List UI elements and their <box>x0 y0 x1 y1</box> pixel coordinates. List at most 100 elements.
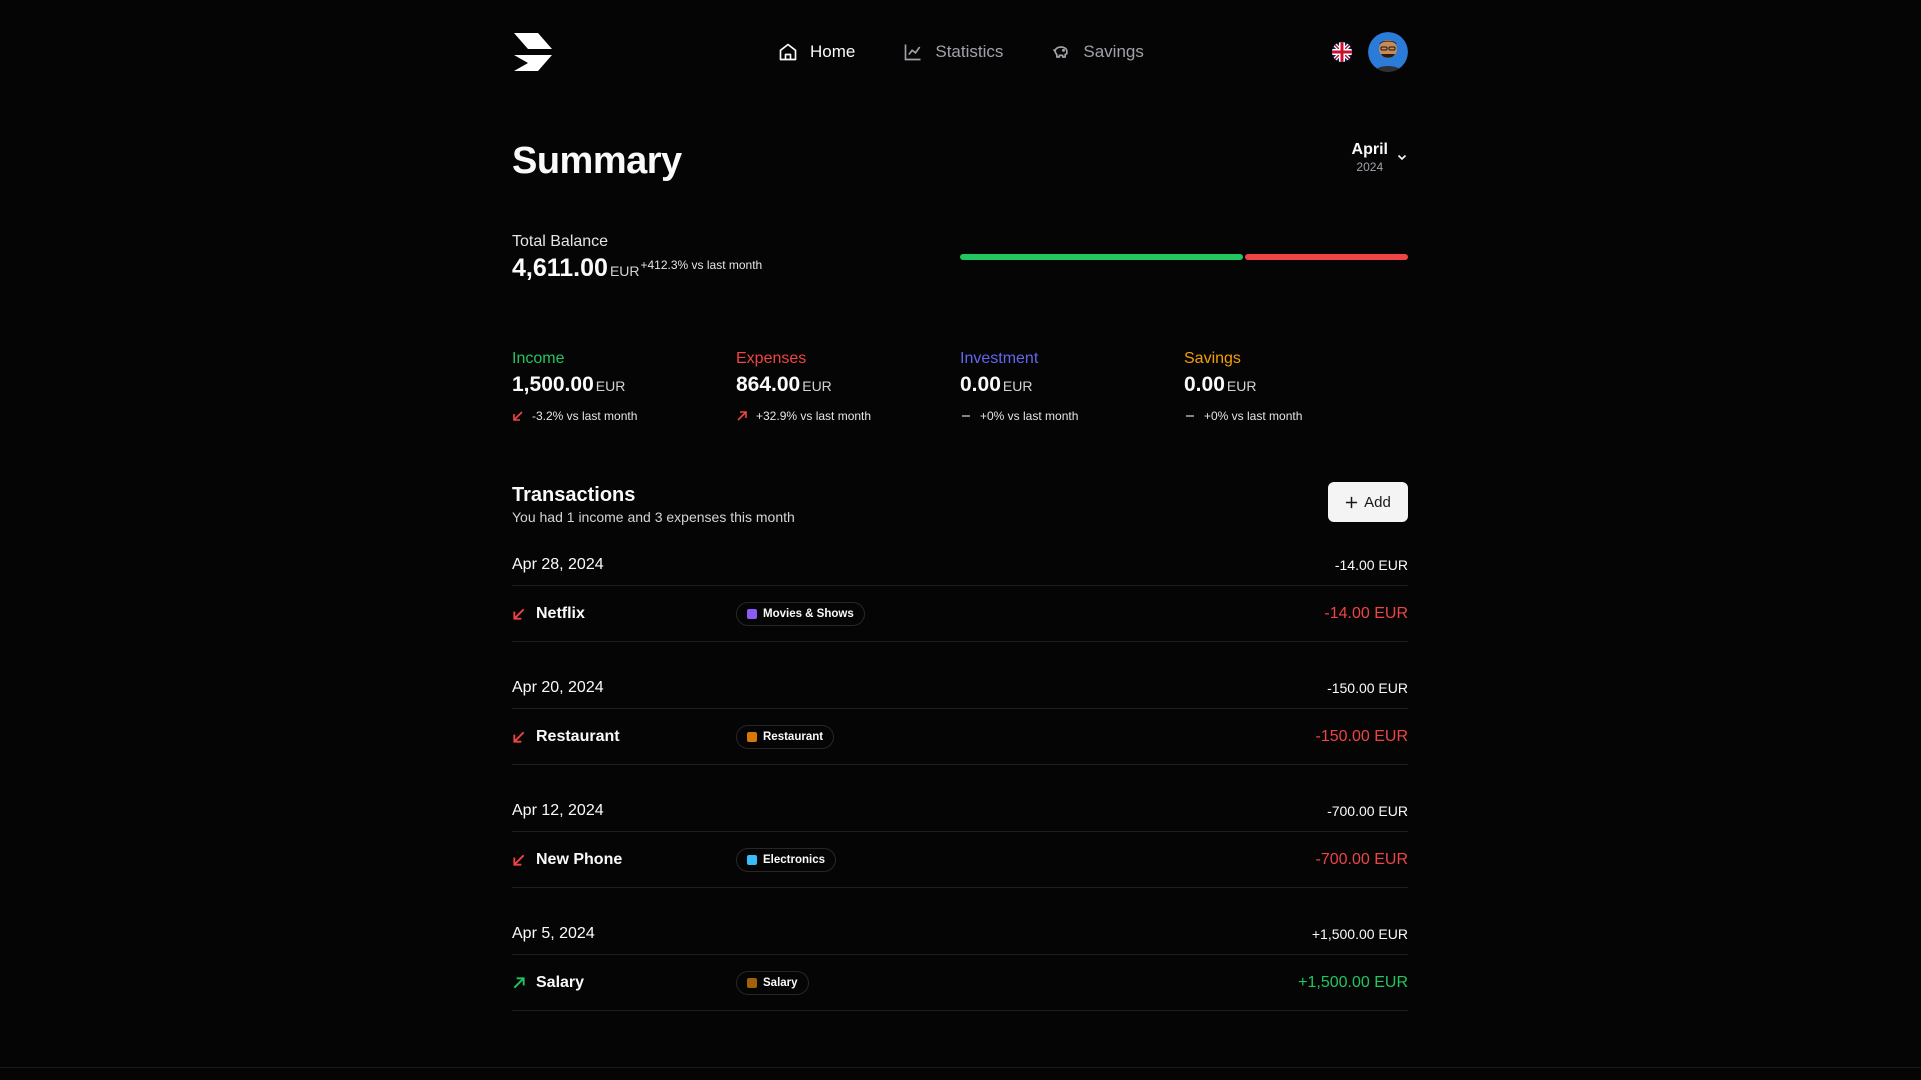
stat-delta-text: +0% vs last month <box>980 409 1079 423</box>
stat-delta: +32.9% vs last month <box>736 409 960 423</box>
category-chip[interactable]: Electronics <box>736 847 836 872</box>
plus-icon <box>1346 496 1358 508</box>
arrow-down-left-icon <box>513 854 525 866</box>
transaction-date: Apr 28, 2024 <box>512 556 604 573</box>
nav-home-label: Home <box>810 42 856 61</box>
month-picker[interactable]: April 2024 <box>1352 140 1408 174</box>
arrow-down-left-icon <box>513 608 525 620</box>
transaction-day-total: -150.00 EUR <box>1327 680 1408 696</box>
footer-divider <box>0 1067 1921 1068</box>
add-button-label: Add <box>1364 493 1391 511</box>
stat-label: Income <box>512 350 565 367</box>
transaction-name: Netflix <box>536 604 585 622</box>
total-balance-currency: EUR <box>609 263 640 279</box>
nav-statistics[interactable]: Statistics <box>903 42 1003 62</box>
stat-value-row: 0.00 EUR <box>1184 373 1408 397</box>
stat-currency: EUR <box>802 378 832 394</box>
stat-label: Savings <box>1184 350 1241 367</box>
transaction-date-row: Apr 28, 2024 -14.00 EUR <box>512 545 1408 586</box>
logo-icon[interactable] <box>512 31 554 73</box>
transaction-day-total: -14.00 EUR <box>1334 557 1408 573</box>
total-balance-value-row: 4,611.00 EUR +412.3% vs last month <box>512 254 762 283</box>
total-balance-delta: +412.3% vs last month <box>640 258 763 272</box>
transaction-date-row: Apr 5, 2024 +1,500.00 EUR <box>512 914 1408 955</box>
transaction-day-total: -700.00 EUR <box>1327 803 1408 819</box>
page-title: Summary <box>512 140 682 182</box>
stat-value: 0.00 <box>1184 373 1225 396</box>
stat-currency: EUR <box>595 378 626 394</box>
nav-savings[interactable]: Savings <box>1051 42 1144 62</box>
stat-value-row: 1,500.00 EUR <box>512 373 736 397</box>
arrow-down-left-icon <box>513 411 523 421</box>
category-label: Restaurant <box>763 730 824 743</box>
transaction-day-total: +1,500.00 EUR <box>1311 926 1408 942</box>
total-balance-value: 4,611.00 <box>512 254 608 282</box>
category-label: Salary <box>763 976 798 989</box>
transaction-direction <box>512 607 536 621</box>
stat-card-savings: Savings 0.00 EUR +0% vs last month <box>1184 349 1408 423</box>
transaction-date: Apr 5, 2024 <box>512 925 595 942</box>
minus-icon <box>962 415 970 417</box>
transactions-list: Apr 28, 2024 -14.00 EUR Netflix Movies &… <box>512 545 1408 1011</box>
stat-delta: +0% vs last month <box>960 409 1184 423</box>
arrow-down-left-icon <box>513 731 525 743</box>
home-icon <box>779 43 797 61</box>
transaction-row[interactable]: New Phone Electronics -700.00 EUR <box>512 832 1408 888</box>
stats-row: Income 1,500.00 EUR -3.2% vs last month … <box>512 349 1408 423</box>
stat-label: Investment <box>960 350 1039 367</box>
transaction-direction <box>512 730 536 744</box>
balance-bar <box>960 254 1408 260</box>
transaction-group: Apr 20, 2024 -150.00 EUR Restaurant Rest… <box>512 668 1408 765</box>
transaction-row[interactable]: Restaurant Restaurant -150.00 EUR <box>512 709 1408 765</box>
stat-delta: +0% vs last month <box>1184 409 1408 423</box>
total-balance-section: Total Balance 4,611.00 EUR +412.3% vs la… <box>512 232 1408 283</box>
nav-savings-label: Savings <box>1083 42 1144 61</box>
top-header: Home Statistics Savings <box>512 0 1408 104</box>
transaction-date-row: Apr 20, 2024 -150.00 EUR <box>512 668 1408 709</box>
transaction-group: Apr 12, 2024 -700.00 EUR New Phone Elect… <box>512 791 1408 888</box>
balance-bar-expenses <box>1245 254 1408 260</box>
transactions-subtitle: You had 1 income and 3 expenses this mon… <box>512 509 795 525</box>
total-balance-label: Total Balance <box>512 233 609 250</box>
transaction-name: Restaurant <box>536 727 620 745</box>
selected-month: April <box>1351 141 1388 158</box>
transaction-date-row: Apr 12, 2024 -700.00 EUR <box>512 791 1408 832</box>
transactions-header: Transactions You had 1 income and 3 expe… <box>512 482 1408 525</box>
category-label: Movies & Shows <box>763 607 854 620</box>
transaction-amount: -700.00 EUR <box>1315 850 1409 868</box>
transaction-amount: +1,500.00 EUR <box>1298 973 1408 991</box>
transaction-row[interactable]: Salary Salary +1,500.00 EUR <box>512 955 1408 1011</box>
nav-home[interactable]: Home <box>778 42 855 62</box>
add-transaction-button[interactable]: Add <box>1328 482 1408 522</box>
stat-card-income: Income 1,500.00 EUR -3.2% vs last month <box>512 349 736 423</box>
category-chip[interactable]: Movies & Shows <box>736 601 865 626</box>
stat-value-row: 0.00 EUR <box>960 373 1184 397</box>
transaction-group: Apr 5, 2024 +1,500.00 EUR Salary Salary … <box>512 914 1408 1011</box>
stat-delta-text: +0% vs last month <box>1204 409 1303 423</box>
transaction-amount: -14.00 EUR <box>1324 604 1408 622</box>
arrow-up-right-icon <box>737 411 747 421</box>
minus-icon <box>1186 415 1194 417</box>
month-picker-text: April 2024 <box>1352 140 1388 174</box>
header-right <box>1332 32 1408 72</box>
main-nav: Home Statistics Savings <box>778 0 1144 104</box>
transaction-group: Apr 28, 2024 -14.00 EUR Netflix Movies &… <box>512 545 1408 642</box>
piggy-bank-icon <box>1053 46 1069 58</box>
transaction-name: Salary <box>536 973 585 991</box>
transactions-heading: Transactions You had 1 income and 3 expe… <box>512 483 795 525</box>
transaction-direction <box>512 853 536 867</box>
chart-line-icon <box>905 44 921 61</box>
category-chip[interactable]: Restaurant <box>736 724 835 749</box>
user-avatar[interactable] <box>1368 32 1408 72</box>
summary-title-row: Summary April 2024 <box>512 140 1408 182</box>
stat-card-investment: Investment 0.00 EUR +0% vs last month <box>960 349 1184 423</box>
category-chip[interactable]: Salary <box>736 970 809 995</box>
transaction-row[interactable]: Netflix Movies & Shows -14.00 EUR <box>512 586 1408 642</box>
stat-currency: EUR <box>1226 378 1257 394</box>
transaction-date: Apr 12, 2024 <box>512 802 604 819</box>
total-balance-block: Total Balance 4,611.00 EUR +412.3% vs la… <box>512 232 762 283</box>
stat-currency: EUR <box>1002 378 1033 394</box>
stat-value: 1,500.00 <box>512 373 594 396</box>
balance-bar-income <box>960 254 1243 260</box>
uk-flag-icon[interactable] <box>1332 42 1352 62</box>
